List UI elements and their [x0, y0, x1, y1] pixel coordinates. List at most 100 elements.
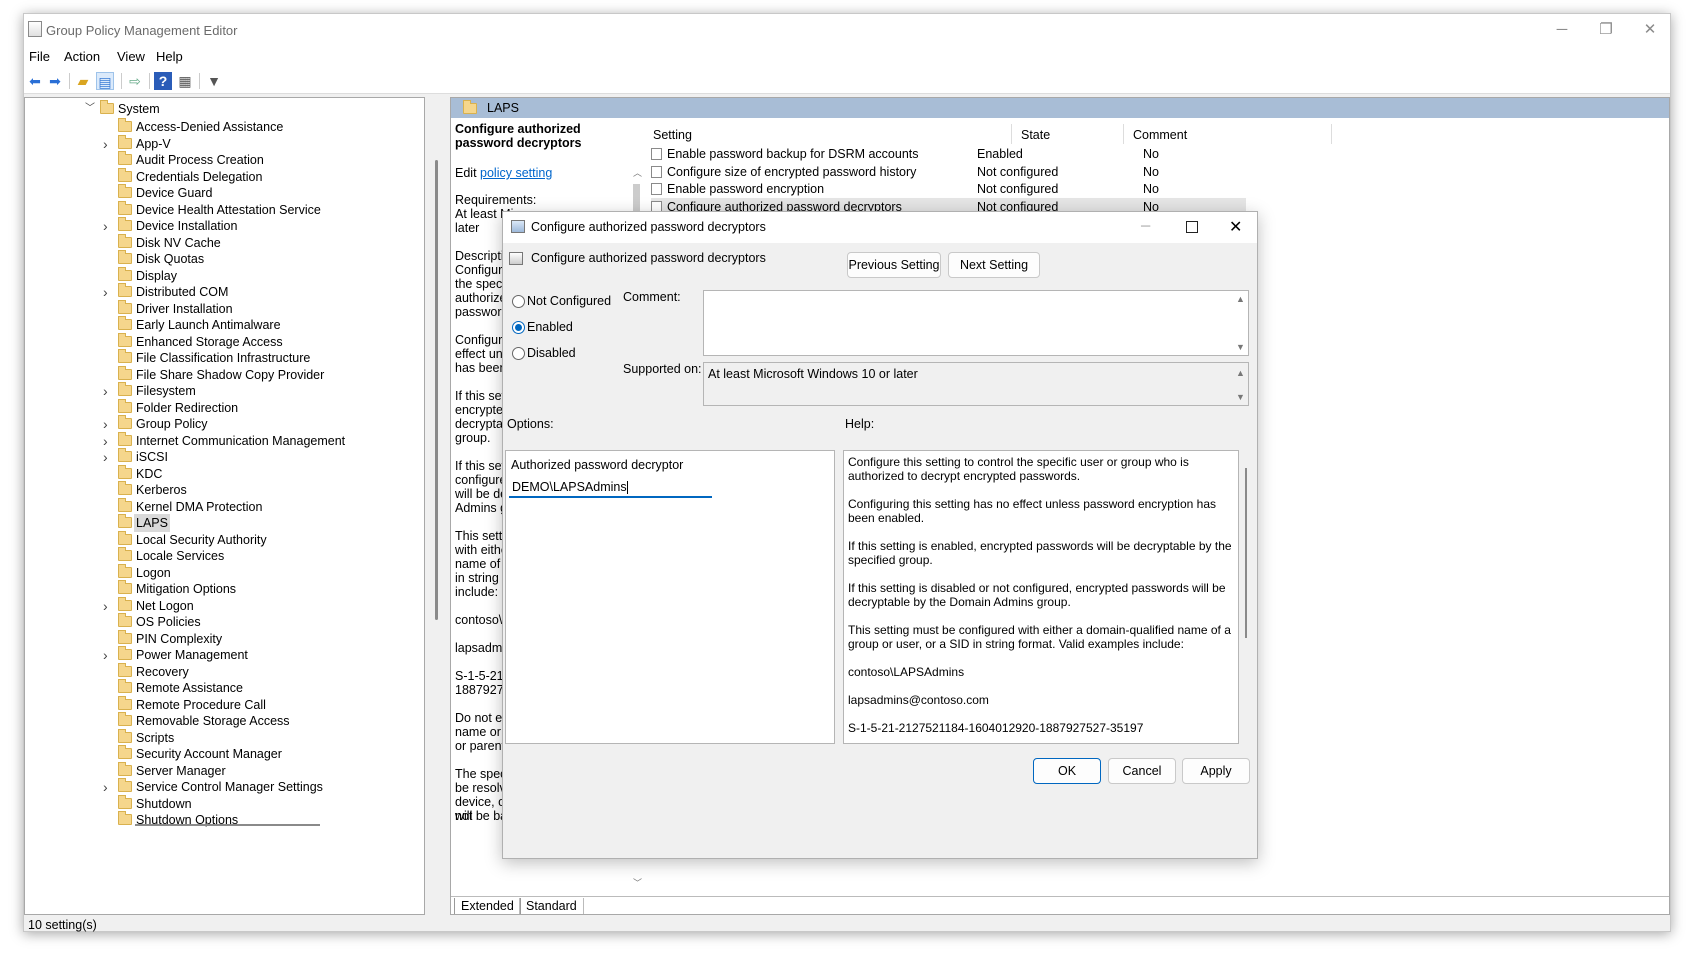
- menu-view[interactable]: View: [117, 49, 145, 64]
- chevron-right-icon[interactable]: ›: [103, 382, 108, 400]
- setting-state: Not configured: [977, 164, 1059, 179]
- table-row[interactable]: Configure size of encrypted password his…: [651, 163, 1246, 181]
- disabled-label[interactable]: Disabled: [527, 346, 576, 360]
- option-field-label: Authorized password decryptor: [511, 458, 684, 472]
- policy-setting-link[interactable]: policy setting: [480, 166, 552, 180]
- tree-item-label: Filesystem: [136, 384, 196, 398]
- folder-icon: [118, 415, 132, 429]
- tree-item-label: Remote Procedure Call: [136, 697, 266, 712]
- folder-icon: [118, 497, 132, 512]
- help-icon[interactable]: ?: [154, 72, 172, 90]
- tree-item-label: PIN Complexity: [136, 631, 223, 646]
- description-line: Requirements:: [455, 193, 537, 207]
- chevron-down-icon[interactable]: ﹀: [85, 100, 95, 118]
- status-text: 10 setting(s): [28, 918, 97, 932]
- table-row[interactable]: Enable password backup for DSRM accounts…: [651, 145, 1246, 163]
- help-paragraph: Configure this setting to control the sp…: [848, 455, 1189, 483]
- authorized-decryptor-value: DEMO\LAPSAdmins: [512, 480, 627, 494]
- table-row[interactable]: Enable password encryption Not configured…: [651, 180, 1246, 198]
- help-scrollbar[interactable]: [1245, 468, 1247, 638]
- enabled-radio[interactable]: [512, 321, 525, 334]
- tree-item-label: Group Policy: [136, 417, 208, 431]
- comment-textarea[interactable]: ▲ ▼: [703, 290, 1249, 356]
- chevron-right-icon[interactable]: ›: [103, 432, 108, 450]
- menu-help[interactable]: Help: [156, 49, 183, 64]
- chevron-up-icon[interactable]: ▲: [1236, 368, 1245, 378]
- cancel-button[interactable]: Cancel: [1108, 758, 1176, 784]
- chevron-right-icon[interactable]: ›: [103, 597, 108, 615]
- chevron-right-icon[interactable]: ›: [103, 448, 108, 466]
- tree-horizontal-scrollbar[interactable]: [135, 824, 320, 826]
- tab-extended[interactable]: Extended: [454, 898, 521, 914]
- enabled-label[interactable]: Enabled: [527, 320, 573, 334]
- folder-icon: [118, 596, 132, 611]
- chevron-right-icon[interactable]: ›: [103, 283, 108, 301]
- tab-standard[interactable]: Standard: [519, 898, 584, 914]
- chevron-right-icon[interactable]: ›: [103, 646, 108, 664]
- not-configured-label[interactable]: Not Configured: [527, 294, 611, 308]
- column-header-setting[interactable]: Setting: [653, 128, 692, 142]
- next-setting-button[interactable]: Next Setting: [948, 252, 1040, 278]
- show-hide-tree-icon[interactable]: ▤: [96, 72, 114, 90]
- dialog-maximize-button[interactable]: [1186, 221, 1198, 233]
- column-header-comment[interactable]: Comment: [1133, 128, 1187, 142]
- tree-item-label: Shutdown: [136, 796, 192, 811]
- chevron-right-icon[interactable]: ›: [103, 135, 108, 153]
- minimize-button[interactable]: ─: [1542, 18, 1582, 42]
- chevron-down-icon[interactable]: ▼: [1236, 392, 1245, 402]
- folder-icon: [118, 761, 132, 776]
- apply-button[interactable]: Apply: [1182, 758, 1250, 784]
- help-text: Configure this setting to control the sp…: [848, 455, 1234, 735]
- not-configured-radio[interactable]: [512, 295, 525, 308]
- chevron-down-icon[interactable]: ﹀: [633, 876, 642, 889]
- tree-item-label: Kerberos: [136, 483, 187, 497]
- setting-name: Enable password encryption: [667, 182, 825, 196]
- chevron-up-icon[interactable]: ︿: [633, 166, 642, 179]
- toolbar-separator: [69, 73, 70, 89]
- help-panel: Configure this setting to control the sp…: [843, 450, 1247, 744]
- policy-setting-icon: [651, 165, 662, 178]
- folder-icon: [118, 448, 132, 462]
- back-arrow-icon[interactable]: ⬅: [26, 72, 44, 90]
- up-folder-icon[interactable]: ▰: [74, 72, 92, 90]
- setting-comment: No: [1143, 164, 1159, 179]
- chevron-right-icon[interactable]: ›: [103, 217, 108, 235]
- tree-pane: ﹀ System Access-Denied Assistance › App-V A…: [24, 97, 425, 915]
- toolbar-separator: [121, 73, 122, 89]
- chevron-right-icon[interactable]: ›: [103, 778, 108, 796]
- column-header-state[interactable]: State: [1021, 128, 1050, 142]
- dialog-minimize-button[interactable]: ─: [1141, 218, 1150, 233]
- setting-name: Enable password backup for DSRM accounts: [667, 147, 919, 161]
- authorized-decryptor-input[interactable]: DEMO\LAPSAdmins: [509, 478, 712, 498]
- description-scrollbar[interactable]: [633, 184, 640, 214]
- chevron-down-icon[interactable]: ▼: [1236, 342, 1245, 352]
- menu-action[interactable]: Action: [64, 49, 100, 64]
- tree-vertical-scrollbar[interactable]: [435, 160, 438, 620]
- dialog-title: Configure authorized password decryptors: [531, 220, 766, 234]
- chevron-up-icon[interactable]: ▲: [1236, 294, 1245, 304]
- tree-item-label: Remote Assistance: [136, 681, 243, 695]
- properties-icon[interactable]: ▦: [176, 72, 194, 90]
- close-button[interactable]: ✕: [1630, 18, 1670, 42]
- folder-icon: [118, 530, 132, 545]
- dialog-heading: Configure authorized password decryptors: [531, 251, 766, 265]
- setting-comment: No: [1143, 147, 1159, 161]
- tree-item-label: OS Policies: [136, 615, 201, 629]
- forward-arrow-icon[interactable]: ➡: [46, 72, 64, 90]
- ok-button[interactable]: OK: [1033, 758, 1101, 784]
- policy-setting-icon: [509, 252, 523, 265]
- disabled-radio[interactable]: [512, 347, 525, 360]
- export-list-icon[interactable]: ⇨: [126, 72, 144, 90]
- supported-on-value: At least Microsoft Windows 10 or later: [708, 367, 918, 381]
- chevron-right-icon[interactable]: ›: [103, 415, 108, 433]
- tree-item-label: Recovery: [136, 664, 189, 679]
- previous-setting-button[interactable]: Previous Setting: [847, 252, 941, 278]
- folder-icon: [118, 151, 132, 165]
- menu-file[interactable]: File: [29, 49, 50, 64]
- help-paragraph: Configuring this setting has no effect u…: [848, 497, 1216, 525]
- setting-comment: No: [1143, 182, 1159, 196]
- dialog-close-button[interactable]: ✕: [1229, 217, 1242, 237]
- tree-item-label: iSCSI: [136, 450, 168, 464]
- restore-button[interactable]: ❐: [1586, 18, 1626, 42]
- filter-icon[interactable]: ▼: [205, 72, 223, 90]
